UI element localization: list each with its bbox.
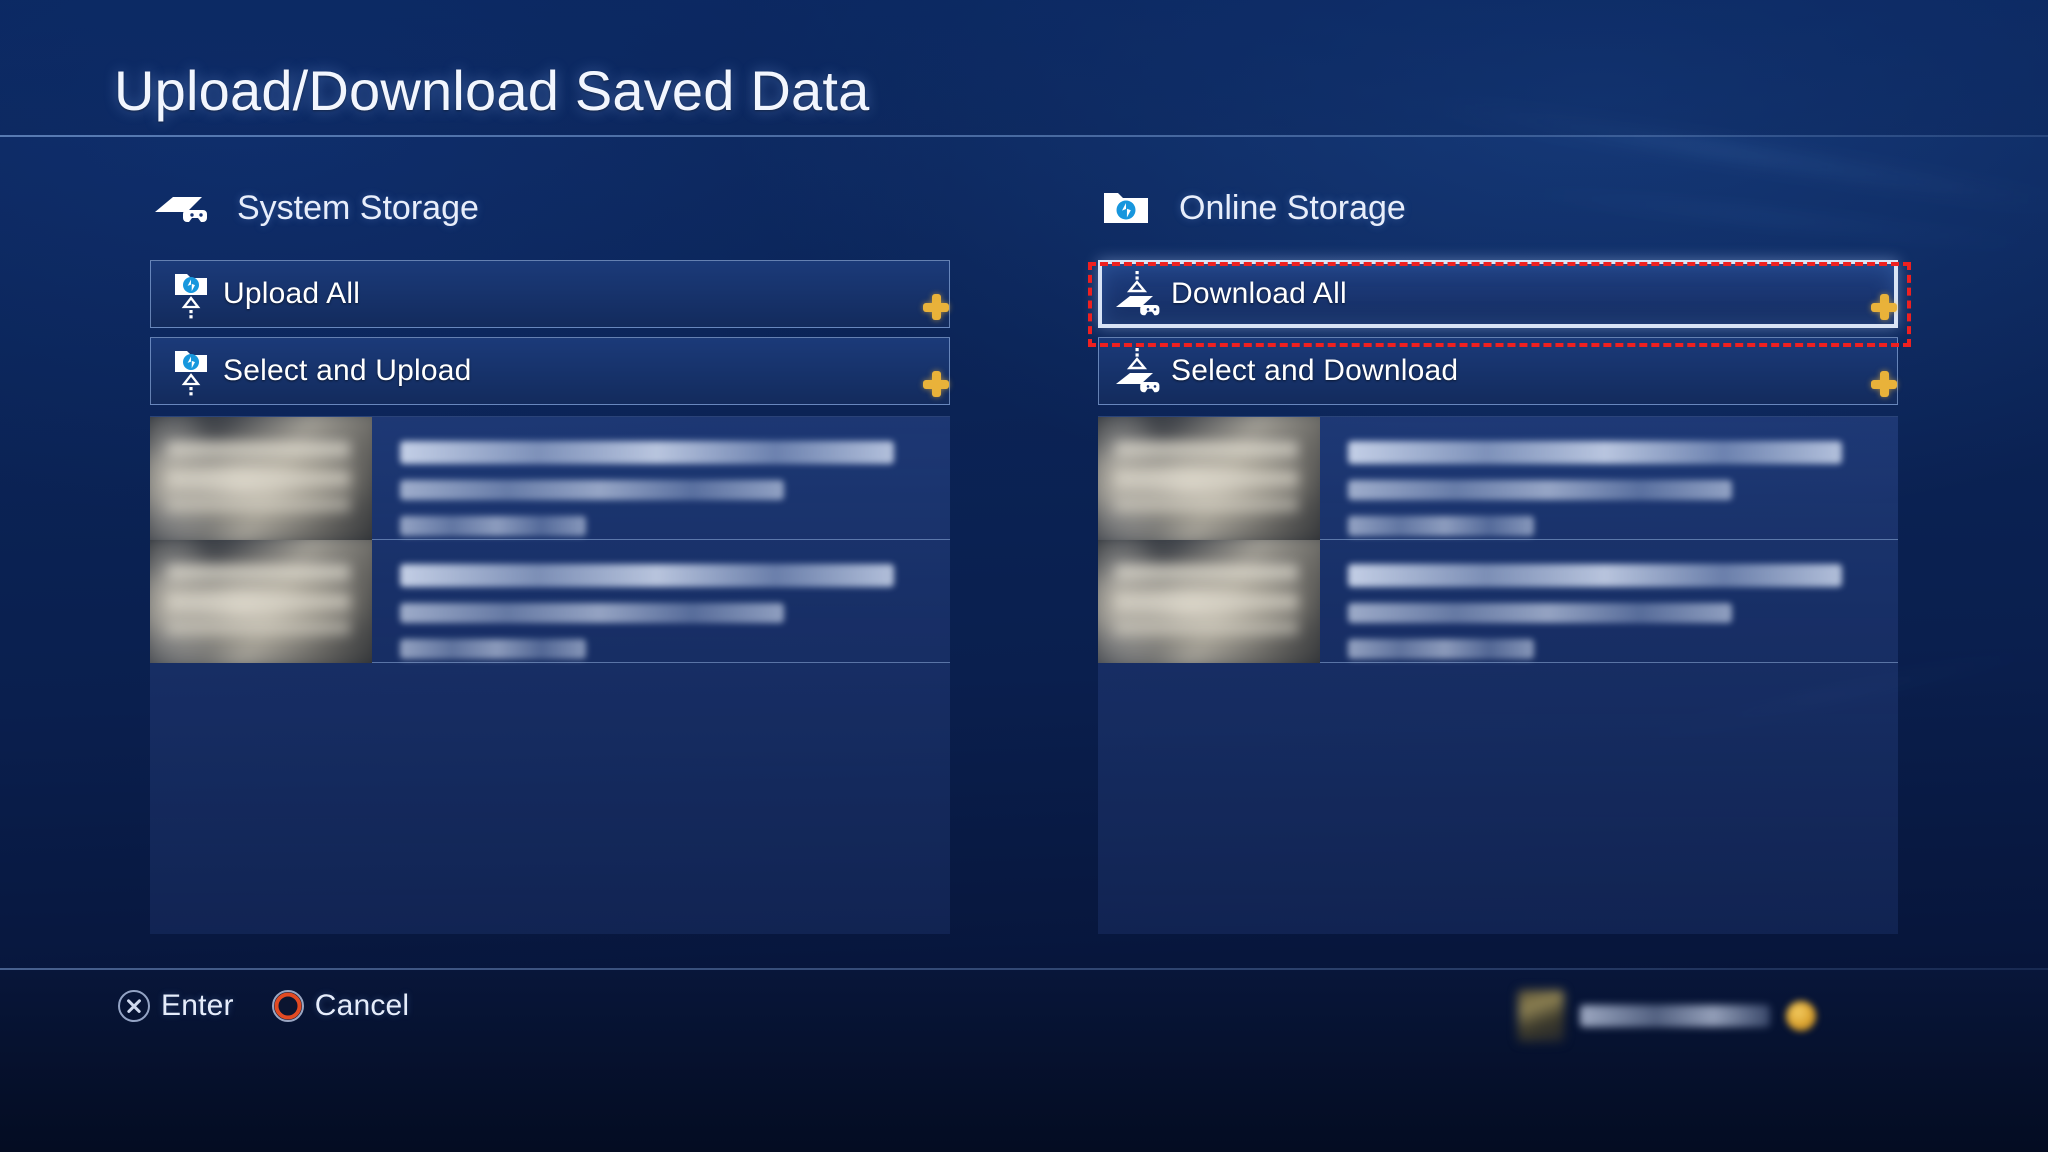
online-storage-label: Online Storage [1179,188,1406,227]
header-divider [0,135,2048,137]
page-header: Upload/Download Saved Data [0,0,2048,137]
folder-upload-icon [159,346,223,396]
online-storage-saved-data-list[interactable] [1098,416,1898,934]
list-item[interactable] [150,417,950,540]
enter-hint[interactable]: Enter [118,989,234,1023]
ps4-saved-data-screen: Upload/Download Saved Data System Storag… [0,0,2048,1152]
system-storage-heading: System Storage [153,180,950,236]
upload-all-button[interactable]: Upload All [150,260,950,328]
circle-button-icon [271,990,304,1022]
folder-upload-icon [159,269,223,319]
system-storage-actions: Upload All Select and Upload [150,260,950,405]
blurred-save-details [1320,540,1898,662]
blurred-game-thumbnail [1098,417,1320,540]
online-storage-column: Online Storage Download All Select and D… [1098,180,1898,934]
system-storage-column: System Storage Upload All Select and Upl… [150,180,950,934]
ps-plus-gold-badge [1786,1001,1816,1031]
console-download-icon [1107,346,1171,396]
folder-playstation-icon [1101,188,1151,228]
download-all-label: Download All [1171,277,1347,310]
system-storage-label: System Storage [237,188,479,227]
ps4-console-controller-icon [153,190,209,226]
console-download-icon [1107,269,1171,319]
list-item[interactable] [150,540,950,663]
system-storage-saved-data-list[interactable] [150,416,950,934]
select-and-download-button[interactable]: Select and Download [1098,337,1898,405]
footer-divider [0,968,2048,970]
blurred-save-details [1320,417,1898,539]
blurred-save-details [372,417,950,539]
list-item[interactable] [1098,417,1898,540]
select-and-upload-button[interactable]: Select and Upload [150,337,950,405]
select-and-upload-label: Select and Upload [223,354,472,387]
blurred-game-thumbnail [150,417,372,540]
cancel-hint-label: Cancel [314,989,410,1022]
online-storage-heading: Online Storage [1101,180,1898,236]
blurred-game-thumbnail [1098,540,1320,663]
upload-all-label: Upload All [223,277,361,310]
cancel-hint[interactable]: Cancel [271,989,410,1023]
blurred-game-thumbnail [150,540,372,663]
avatar [1518,990,1564,1042]
list-item[interactable] [1098,540,1898,663]
cross-button-icon [118,990,150,1022]
blurred-username [1580,1005,1770,1027]
button-hints: Enter Cancel [118,989,409,1023]
select-and-download-label: Select and Download [1171,354,1459,387]
enter-hint-label: Enter [161,989,234,1022]
page-title: Upload/Download Saved Data [114,59,870,122]
online-storage-actions: Download All Select and Download [1098,260,1898,405]
footer-bar: Enter Cancel [0,968,2048,1152]
download-all-button[interactable]: Download All [1098,260,1898,328]
blurred-save-details [372,540,950,662]
user-profile-block[interactable] [1518,990,1816,1042]
